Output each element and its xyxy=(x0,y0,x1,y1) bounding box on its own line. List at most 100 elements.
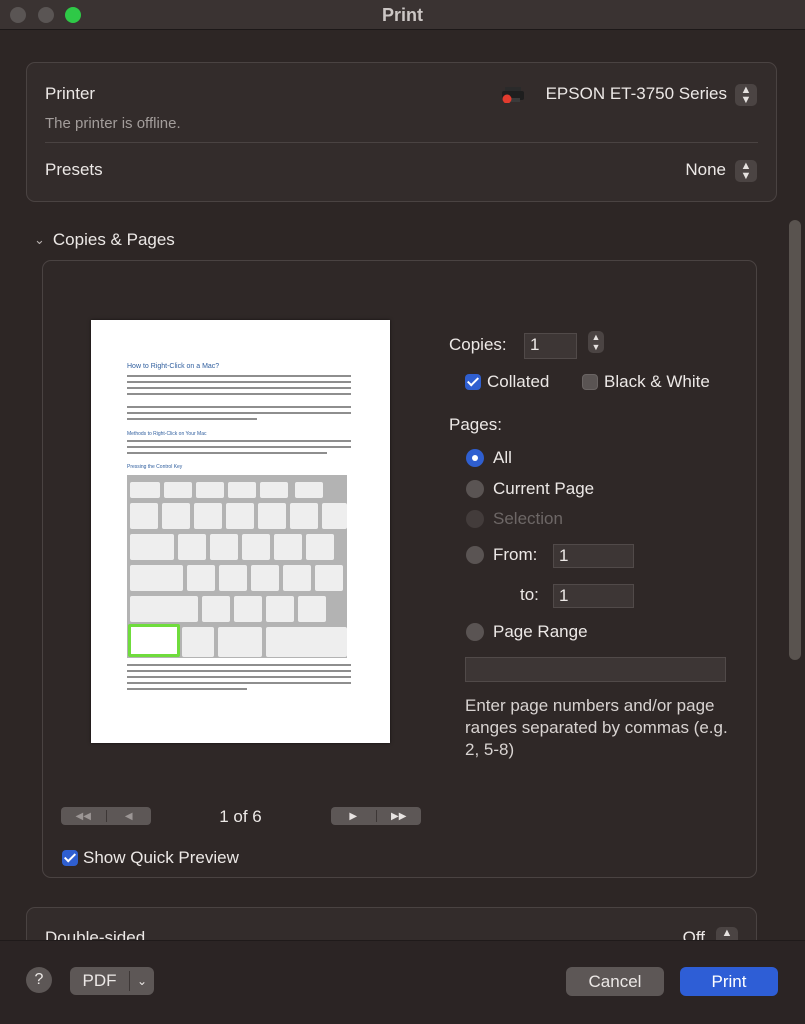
page-preview: How to Right-Click on a Mac? Methods to … xyxy=(91,320,390,743)
double-sided-select[interactable]: Off xyxy=(647,928,705,940)
pages-from-radio[interactable] xyxy=(466,546,484,564)
printer-label: Printer xyxy=(45,84,96,103)
help-icon[interactable]: ? xyxy=(26,967,52,993)
page-range-label: Page Range xyxy=(493,622,588,641)
pdf-menu-button[interactable]: PDF ⌄ xyxy=(70,967,154,995)
key xyxy=(194,503,222,529)
preview-text-line xyxy=(127,406,351,408)
preview-heading-methods: Methods to Right-Click on Your Mac xyxy=(127,431,207,437)
preview-nav-back: ◀◀ ◀ xyxy=(61,807,151,825)
first-page-button[interactable]: ◀◀ xyxy=(61,811,106,822)
preview-keyboard-image xyxy=(127,475,347,658)
preview-nav-forward: ▶ ▶▶ xyxy=(331,807,421,825)
dialog-footer: ? PDF ⌄ Cancel Print xyxy=(0,940,805,1024)
key xyxy=(266,596,294,622)
collated-label: Collated xyxy=(487,372,550,391)
copies-label: Copies: xyxy=(449,335,507,354)
preview-text-line xyxy=(127,375,351,377)
chevron-updown-icon[interactable]: ▲ ▼ xyxy=(735,84,757,106)
previous-page-button[interactable]: ◀ xyxy=(107,811,152,822)
double-sided-label: Double-sided xyxy=(45,928,146,940)
key xyxy=(210,534,238,560)
copies-stepper[interactable]: ▲ ▼ xyxy=(588,331,604,353)
key xyxy=(274,534,302,560)
preview-text-line xyxy=(127,452,327,454)
chevron-down-icon[interactable]: ⌄ xyxy=(130,974,154,988)
pages-current-label: Current Page xyxy=(493,479,595,498)
preview-heading-control: Pressing the Control Key xyxy=(127,464,183,470)
preview-text-line xyxy=(127,676,351,678)
key xyxy=(322,503,347,529)
key xyxy=(242,534,270,560)
page-counter: 1 of 6 xyxy=(219,807,262,826)
divider xyxy=(45,142,758,143)
key xyxy=(182,627,214,657)
preview-doc-title: How to Right-Click on a Mac? xyxy=(127,363,220,370)
collated-checkbox[interactable] xyxy=(465,374,481,390)
key xyxy=(266,627,347,657)
next-page-button[interactable]: ▶ xyxy=(331,811,376,822)
chevron-updown-icon[interactable]: ▲ ▼ xyxy=(735,160,757,182)
printer-presets-card: Printer The printer is offline. EPSON ET… xyxy=(26,62,777,202)
copies-pages-disclosure[interactable]: ⌄ Copies & Pages xyxy=(34,230,175,250)
key xyxy=(130,482,160,498)
key xyxy=(202,596,230,622)
show-quick-preview-label: Show Quick Preview xyxy=(83,848,239,867)
key xyxy=(130,565,183,591)
copies-field[interactable]: 1 xyxy=(524,333,577,359)
preview-text-line xyxy=(127,393,351,395)
pages-from-field[interactable]: 1 xyxy=(553,544,634,568)
page-range-help-text: Enter page numbers and/or page ranges se… xyxy=(465,696,728,759)
key xyxy=(251,565,279,591)
page-range-field[interactable] xyxy=(465,657,726,682)
print-button[interactable]: Print xyxy=(680,967,778,996)
pages-current-radio[interactable] xyxy=(466,480,484,498)
key xyxy=(234,596,262,622)
pages-to-label: to: xyxy=(520,585,539,604)
key xyxy=(298,596,326,622)
pages-to-field[interactable]: 1 xyxy=(553,584,634,608)
key xyxy=(219,565,247,591)
copies-pages-card: How to Right-Click on a Mac? Methods to … xyxy=(42,260,757,878)
title-bar: Print xyxy=(0,0,805,30)
chevron-updown-icon[interactable]: ▲ xyxy=(716,927,738,940)
key xyxy=(315,565,343,591)
preview-text-line xyxy=(127,440,351,442)
pages-all-radio[interactable] xyxy=(466,449,484,467)
presets-label: Presets xyxy=(45,160,103,179)
black-white-checkbox[interactable] xyxy=(582,374,598,390)
presets-select[interactable]: None xyxy=(627,160,726,180)
key xyxy=(290,503,318,529)
black-white-label: Black & White xyxy=(604,372,710,391)
double-sided-card: Double-sided Off ▲ xyxy=(26,907,757,940)
key xyxy=(295,482,323,498)
control-key xyxy=(128,624,180,657)
key xyxy=(196,482,224,498)
key xyxy=(228,482,256,498)
printer-status: The printer is offline. xyxy=(45,115,181,132)
scrollbar[interactable] xyxy=(789,220,801,660)
show-quick-preview-checkbox[interactable] xyxy=(62,850,78,866)
page-range-radio[interactable] xyxy=(466,623,484,641)
preview-text-line xyxy=(127,418,257,420)
key xyxy=(306,534,334,560)
cancel-button[interactable]: Cancel xyxy=(566,967,664,996)
preview-text-line xyxy=(127,387,351,389)
window-title: Print xyxy=(381,5,423,25)
pages-label: Pages: xyxy=(449,415,502,434)
key xyxy=(130,534,174,560)
pages-selection-radio xyxy=(466,510,484,528)
printer-select[interactable]: EPSON ET-3750 Series xyxy=(527,84,727,104)
key xyxy=(283,565,311,591)
section-title: Copies & Pages xyxy=(52,230,175,249)
preview-text-line xyxy=(127,446,351,448)
key xyxy=(162,503,190,529)
last-page-button[interactable]: ▶▶ xyxy=(377,811,422,822)
pages-all-label: All xyxy=(493,448,512,467)
preview-text-line xyxy=(127,381,351,383)
pages-from-label: From: xyxy=(493,545,538,564)
key xyxy=(260,482,288,498)
key xyxy=(258,503,286,529)
key xyxy=(164,482,192,498)
key xyxy=(130,596,198,622)
